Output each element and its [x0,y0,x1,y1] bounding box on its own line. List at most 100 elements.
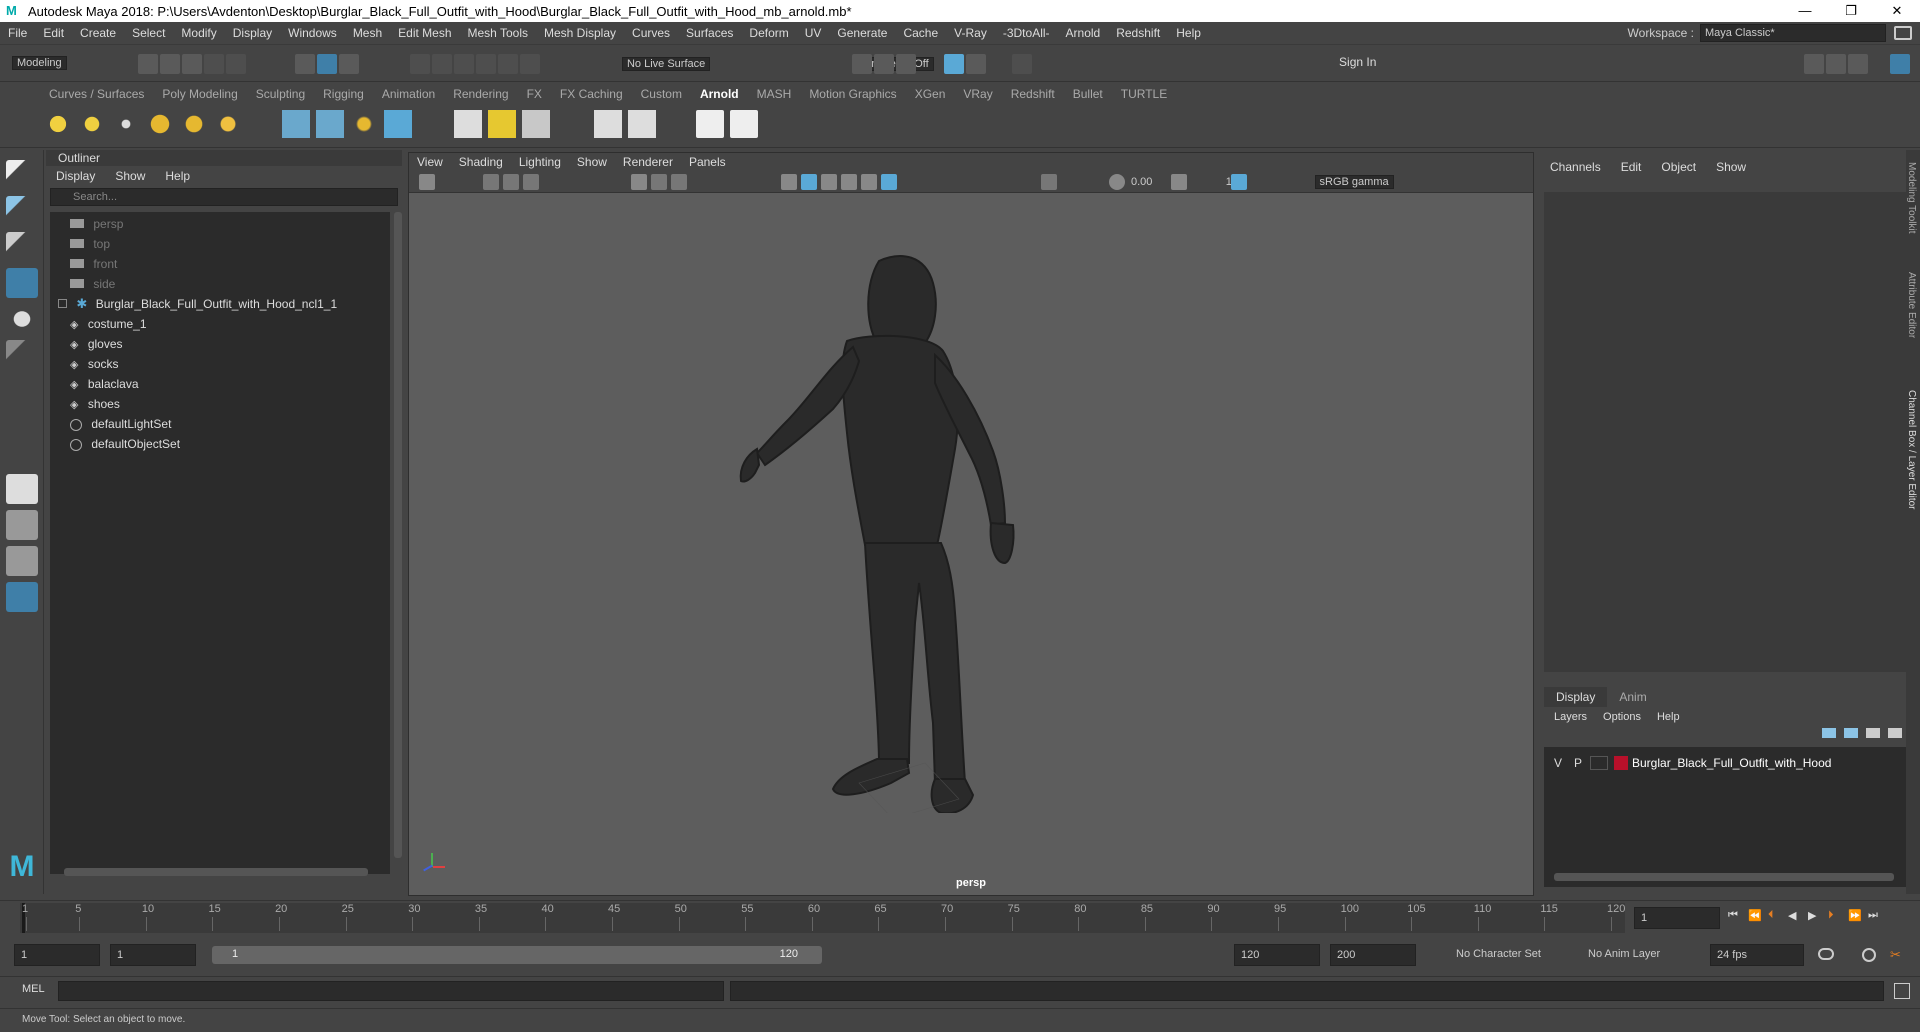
bookmark-icon[interactable] [503,174,519,190]
select-tool-icon[interactable] [6,160,38,190]
shelf-tab-fx[interactable]: FX [518,85,551,103]
sign-in-button[interactable]: Sign In [1317,55,1381,69]
new-layer-from-selected-icon[interactable] [1888,728,1902,738]
layer-visibility-toggle[interactable]: V [1548,756,1568,770]
range-bar[interactable]: 1 120 [212,946,822,964]
viewport-menu-lighting[interactable]: Lighting [511,155,569,169]
character-set-dropdown[interactable]: No Character Set [1450,944,1566,966]
outliner-item-balaclava[interactable]: ◈ balaclava [70,374,139,394]
shelf-tab-redshift[interactable]: Redshift [1002,85,1064,103]
open-scene-icon[interactable] [160,54,180,74]
outliner-item-default-light-set[interactable]: defaultLightSet [70,414,171,434]
rotate-tool-icon[interactable] [6,304,38,334]
channel-menu-channels[interactable]: Channels [1550,160,1601,174]
menu-curves[interactable]: Curves [624,26,678,40]
standin-icon[interactable] [282,110,310,138]
maximize-button[interactable]: ❐ [1828,0,1874,22]
attribute-editor-icon[interactable] [1826,54,1846,74]
menu-create[interactable]: Create [72,26,124,40]
shelf-tab-sculpting[interactable]: Sculpting [247,85,314,103]
persp-outliner-layout-icon[interactable] [6,546,38,576]
textured-icon[interactable] [841,174,857,190]
live-surface-field[interactable]: No Live Surface [621,57,711,71]
snap-vertex-icon[interactable] [520,54,540,74]
shelf-tab-custom[interactable]: Custom [632,85,691,103]
outliner-item-group[interactable]: ✱ Burglar_Black_Full_Outfit_with_Hood_nc… [58,294,337,314]
snap-surface-icon[interactable] [498,54,518,74]
menu-uv[interactable]: UV [797,26,830,40]
layer-menu-help[interactable]: Help [1657,708,1680,726]
shelf-tab-rendering[interactable]: Rendering [444,85,517,103]
side-tab-channel-box[interactable]: Channel Box / Layer Editor [1906,390,1917,540]
snap-curve-icon[interactable] [432,54,452,74]
smooth-shade-icon[interactable] [801,174,817,190]
shelf-tab-turtle[interactable]: TURTLE [1112,85,1176,103]
new-empty-layer-icon[interactable] [1866,728,1880,738]
shelf-tab-fx-caching[interactable]: FX Caching [551,85,632,103]
menu-mesh[interactable]: Mesh [345,26,390,40]
grid-icon[interactable] [631,174,647,190]
step-back-frame-icon[interactable]: ⏴ [1768,909,1782,923]
single-perspective-layout-icon[interactable] [6,474,38,504]
outliner-item-gloves[interactable]: ◈ gloves [70,334,123,354]
script-editor-icon[interactable] [1894,983,1910,999]
minimize-button[interactable]: — [1782,0,1828,22]
character-model[interactable] [729,243,1059,813]
modeling-toolkit-icon[interactable] [1804,54,1824,74]
collapse-icon[interactable] [58,299,67,308]
shelf-tab-mash[interactable]: MASH [748,85,801,103]
menu-modify[interactable]: Modify [173,26,224,40]
curve-collector-icon[interactable] [350,110,378,138]
menu-windows[interactable]: Windows [280,26,345,40]
menu-3dtoall[interactable]: -3DtoAll- [995,26,1058,40]
physical-sky-icon[interactable] [214,110,242,138]
undo-icon[interactable] [204,54,224,74]
channel-box-icon[interactable] [1890,54,1910,74]
tx-manager-icon[interactable] [628,110,656,138]
render-settings-icon[interactable] [944,54,964,74]
layer-type-toggle[interactable] [1590,756,1608,770]
move-tool-icon[interactable] [6,268,38,298]
layer-tab-display[interactable]: Display [1544,687,1608,707]
volume-icon[interactable] [384,110,412,138]
color-management-icon[interactable] [1231,174,1247,190]
export-standin-icon[interactable] [316,110,344,138]
menu-generate[interactable]: Generate [829,26,895,40]
film-gate-icon[interactable] [651,174,667,190]
menu-edit[interactable]: Edit [35,26,72,40]
skydome-light-icon[interactable] [146,110,174,138]
menu-mesh-display[interactable]: Mesh Display [536,26,624,40]
loop-icon[interactable] [1818,948,1834,960]
shelf-tab-xgen[interactable]: XGen [906,85,955,103]
layer-hscrollbar[interactable] [1554,873,1894,881]
shelf-tab-vray[interactable]: VRay [954,85,1001,103]
menu-deform[interactable]: Deform [741,26,796,40]
shelf-tab-poly-modeling[interactable]: Poly Modeling [153,85,246,103]
menu-set-dropdown[interactable]: Modeling [12,56,67,70]
mel-label[interactable]: MEL [22,983,45,995]
image-plane-icon[interactable] [523,174,539,190]
four-view-layout-icon[interactable] [6,510,38,540]
lasso-tool-icon[interactable] [6,196,38,226]
outliner-menu-help[interactable]: Help [165,169,190,183]
outliner-item-shoes[interactable]: ◈ shoes [70,394,120,414]
render-view-icon[interactable] [454,110,482,138]
menu-file[interactable]: File [0,26,35,40]
outliner-item-default-object-set[interactable]: defaultObjectSet [70,434,180,454]
redo-icon[interactable] [226,54,246,74]
lock-icon[interactable] [1894,26,1912,40]
channel-menu-object[interactable]: Object [1661,160,1696,174]
anim-layer-dropdown[interactable]: No Anim Layer [1582,944,1692,966]
outliner-item-top[interactable]: top [70,234,110,254]
outliner-search-input[interactable]: Search... [50,188,398,206]
outliner-hscrollbar[interactable] [64,868,368,876]
wireframe-on-shaded-icon[interactable] [821,174,837,190]
shelf-tab-motion-graphics[interactable]: Motion Graphics [800,85,905,103]
select-hierarchy-icon[interactable] [295,54,315,74]
menu-select[interactable]: Select [124,26,173,40]
render-frame-icon[interactable] [852,54,872,74]
menu-edit-mesh[interactable]: Edit Mesh [390,26,459,40]
go-to-end-icon[interactable]: ⏭ [1868,909,1882,923]
render-sequence-icon[interactable] [874,54,894,74]
use-all-lights-icon[interactable] [861,174,877,190]
